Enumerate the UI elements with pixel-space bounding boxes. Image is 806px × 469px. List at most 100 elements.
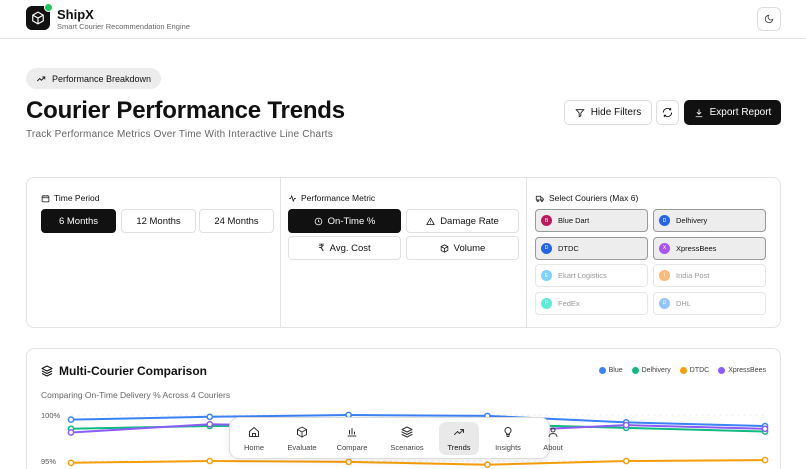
bottom-navigation: Home Evaluate Compare Scenarios Trends Insigh… [229,417,563,459]
data-point[interactable] [206,413,214,421]
box-icon [296,426,308,440]
data-point[interactable] [67,429,75,436]
courier-option[interactable]: I India Post [653,264,766,287]
refresh-button[interactable] [656,100,679,125]
filter-icon [575,108,585,117]
nav-item-about[interactable]: About [535,422,571,455]
metric-option-label: Damage Rate [440,215,499,227]
nav-item-trends[interactable]: Trends [439,422,479,455]
courier-name: Delhivery [676,216,708,225]
page-subtitle: Track Performance Metrics Over Time With… [26,129,333,140]
data-point[interactable] [67,459,75,467]
metric-option-on-time[interactable]: On-Time % [288,209,401,233]
time-option-6-months[interactable]: 6 Months [41,209,116,233]
home-icon [248,426,260,440]
nav-item-label: Insights [495,442,521,452]
courier-avatar: D [659,215,670,226]
courier-name: Blue Dart [558,216,590,225]
courier-name: DTDC [558,243,579,253]
metric-option-volume[interactable]: Volume [406,236,519,260]
courier-name: XpressBees [676,243,717,253]
courier-option[interactable]: F FedEx [535,291,648,315]
nav-item-compare[interactable]: Compare [328,422,376,455]
time-option-12-months[interactable]: 12 Months [121,209,196,233]
courier-avatar: D [541,242,552,254]
nav-item-label: Scenarios [390,442,424,452]
metric-option-label: On-Time % [327,215,376,227]
courier-name: India Post [676,271,710,280]
hide-filters-label: Hide Filters [590,107,642,118]
metric-label: Performance Metric [288,193,375,203]
couriers-label: Select Couriers (Max 6) [535,193,638,203]
data-point[interactable] [761,425,769,433]
courier-avatar: F [541,297,552,309]
courier-option[interactable]: D DTDC [535,236,648,260]
courier-name: Ekart Logistics [558,271,607,280]
series-line [70,459,766,466]
layers-icon [401,426,413,440]
nav-item-evaluate[interactable]: Evaluate [280,422,324,455]
section-badge: Performance Breakdown [26,68,162,89]
trending-up-icon [36,75,46,81]
panel-divider [280,178,281,327]
activity-icon [289,194,296,202]
data-point[interactable] [761,456,769,464]
metric-option-avg-cost[interactable]: ₹ Avg. Cost [288,236,401,260]
courier-option[interactable]: X XpressBees [653,236,766,260]
data-point[interactable] [206,457,214,465]
box-icon [32,11,44,25]
data-point[interactable] [206,420,214,428]
time-option-24-months[interactable]: 24 Months [199,209,274,233]
hide-filters-button[interactable]: Hide Filters [564,100,652,125]
nav-item-label: Home [243,442,264,452]
courier-avatar: X [659,242,670,254]
theme-toggle-button[interactable] [757,7,781,31]
logo-status-badge [44,3,53,12]
warning-icon [426,216,436,225]
courier-name: FedEx [558,298,580,308]
courier-avatar: B [541,215,552,226]
app-name: ShipX [57,7,94,22]
data-point[interactable] [622,421,630,429]
moon-icon [764,14,774,24]
nav-item-label: Evaluate [287,442,317,452]
metric-option-label: Volume [453,242,486,254]
courier-option[interactable]: B Blue Dart [535,209,648,232]
time-period-label: Time Period [41,193,100,203]
app-logo[interactable] [26,3,53,30]
filters-panel: Time Period 6 Months 12 Months 24 Months… [26,177,781,328]
courier-avatar: I [659,270,670,281]
data-point[interactable] [67,416,75,423]
courier-name: DHL [676,298,692,308]
nav-item-home[interactable]: Home [238,422,270,455]
export-report-button[interactable]: Export Report [684,100,781,125]
badge-label: Performance Breakdown [52,73,152,84]
download-icon [695,108,702,117]
rupee-icon: ₹ [318,242,325,254]
top-bar: ShipX Smart Courier Recommendation Engin… [0,0,806,39]
trending-up-icon [453,426,465,440]
data-point[interactable] [484,461,491,469]
couriers-label-text: Select Couriers (Max 6) [549,193,639,203]
data-point[interactable] [622,457,630,465]
nav-item-insights[interactable]: Insights [486,422,530,455]
panel-divider [526,178,527,327]
nav-item-label: About [543,442,563,452]
courier-avatar: D [659,297,670,309]
courier-avatar: E [541,270,552,281]
metric-label-text: Performance Metric [301,193,376,203]
user-icon [547,426,559,440]
app-tagline: Smart Courier Recommendation Engine [57,22,190,31]
calendar-icon [41,194,50,202]
courier-option[interactable]: D DHL [653,291,766,315]
courier-option[interactable]: E Ekart Logistics [535,264,648,287]
export-label: Export Report [709,107,772,118]
nav-item-scenarios[interactable]: Scenarios [382,422,432,455]
data-point[interactable] [345,458,352,466]
refresh-icon [662,107,673,118]
metric-option-damage-rate[interactable]: Damage Rate [406,209,519,233]
time-period-label-text: Time Period [54,193,100,203]
metric-option-label: Avg. Cost [329,242,371,254]
courier-option[interactable]: D Delhivery [653,209,766,232]
page-title: Courier Performance Trends [26,97,345,124]
